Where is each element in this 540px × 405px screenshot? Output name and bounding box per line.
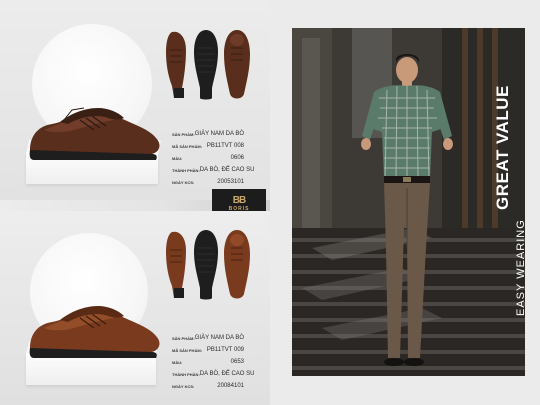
spec-value: GIÀY NAM DA BÒ: [194, 335, 244, 341]
spec-value: GIÀY NAM DA BÒ: [194, 131, 244, 137]
spec-label: MÀU:: [172, 359, 183, 365]
spec-label: THÀNH PHẦN:: [172, 371, 200, 377]
shoe-top-view: [224, 30, 250, 99]
spec-value: 20084101: [217, 383, 244, 389]
banner-line-1: EASY WEARING: [515, 219, 527, 316]
model-photo-illustration: [292, 28, 525, 376]
shoe-sole-view: [194, 30, 218, 100]
spec-row: THÀNH PHẦN: DA BÒ, ĐẾ CAO SU: [172, 368, 254, 380]
spec-row: MÃ SẢN PHẨM: PB11TVT 008: [172, 140, 244, 152]
spec-value: DA BÒ, ĐẾ CAO SU: [199, 167, 255, 173]
spec-row: MÀU: 0606: [172, 152, 244, 164]
shoe-main-image: [29, 306, 160, 358]
shoe-sole-view: [194, 230, 218, 300]
spec-label: NGÀY KCS:: [172, 179, 195, 185]
shoe-side-view: [166, 231, 186, 298]
spec-label: MÃ SẢN PHẨM:: [172, 347, 202, 353]
spec-value: 0653: [230, 359, 244, 365]
spec-row: MÀU: 0653: [172, 356, 244, 368]
spec-value: DA BÒ, ĐẾ CAO SU: [199, 371, 255, 377]
shoe-top-view: [224, 230, 250, 299]
banner-line-2: GREAT VALUE: [493, 85, 512, 210]
product-specs: SẢN PHẨM: GIÀY NAM DA BÒ MÃ SẢN PHẨM: PB…: [172, 332, 254, 392]
spec-value: PB11TVT 008: [206, 143, 244, 149]
banner-vertical-text: EASY WEARING GREAT VALUE: [493, 85, 540, 318]
spec-value: 20053101: [217, 179, 244, 185]
spec-label: THÀNH PHẦN:: [172, 167, 200, 173]
spec-value: PB11TVT 009: [206, 347, 244, 353]
spec-row: NGÀY KCS: 20084101: [172, 380, 244, 392]
spec-row: THÀNH PHẦN: DA BÒ, ĐẾ CAO SU: [172, 164, 254, 176]
spec-label: SẢN PHẨM:: [172, 335, 195, 341]
spec-label: SẢN PHẨM:: [172, 131, 195, 137]
shoe-main-image: [29, 107, 160, 160]
spec-row: MÃ SẢN PHẨM: PB11TVT 009: [172, 344, 244, 356]
spec-row: SẢN PHẨM: GIÀY NAM DA BÒ: [172, 332, 244, 344]
spec-label: MÀU:: [172, 155, 183, 161]
spec-label: MÃ SẢN PHẨM:: [172, 143, 202, 149]
product-specs: SẢN PHẨM: GIÀY NAM DA BÒ MÃ SẢN PHẨM: PB…: [172, 128, 254, 188]
lifestyle-photo: [292, 28, 525, 376]
spec-value: 0606: [230, 155, 244, 161]
spec-label: NGÀY KCS:: [172, 383, 195, 389]
logo-mark: BB: [232, 195, 246, 206]
spec-row: SẢN PHẨM: GIÀY NAM DA BÒ: [172, 128, 244, 140]
shoe-side-view: [166, 31, 186, 99]
spec-row: NGÀY KCS: 20053101: [172, 176, 244, 188]
